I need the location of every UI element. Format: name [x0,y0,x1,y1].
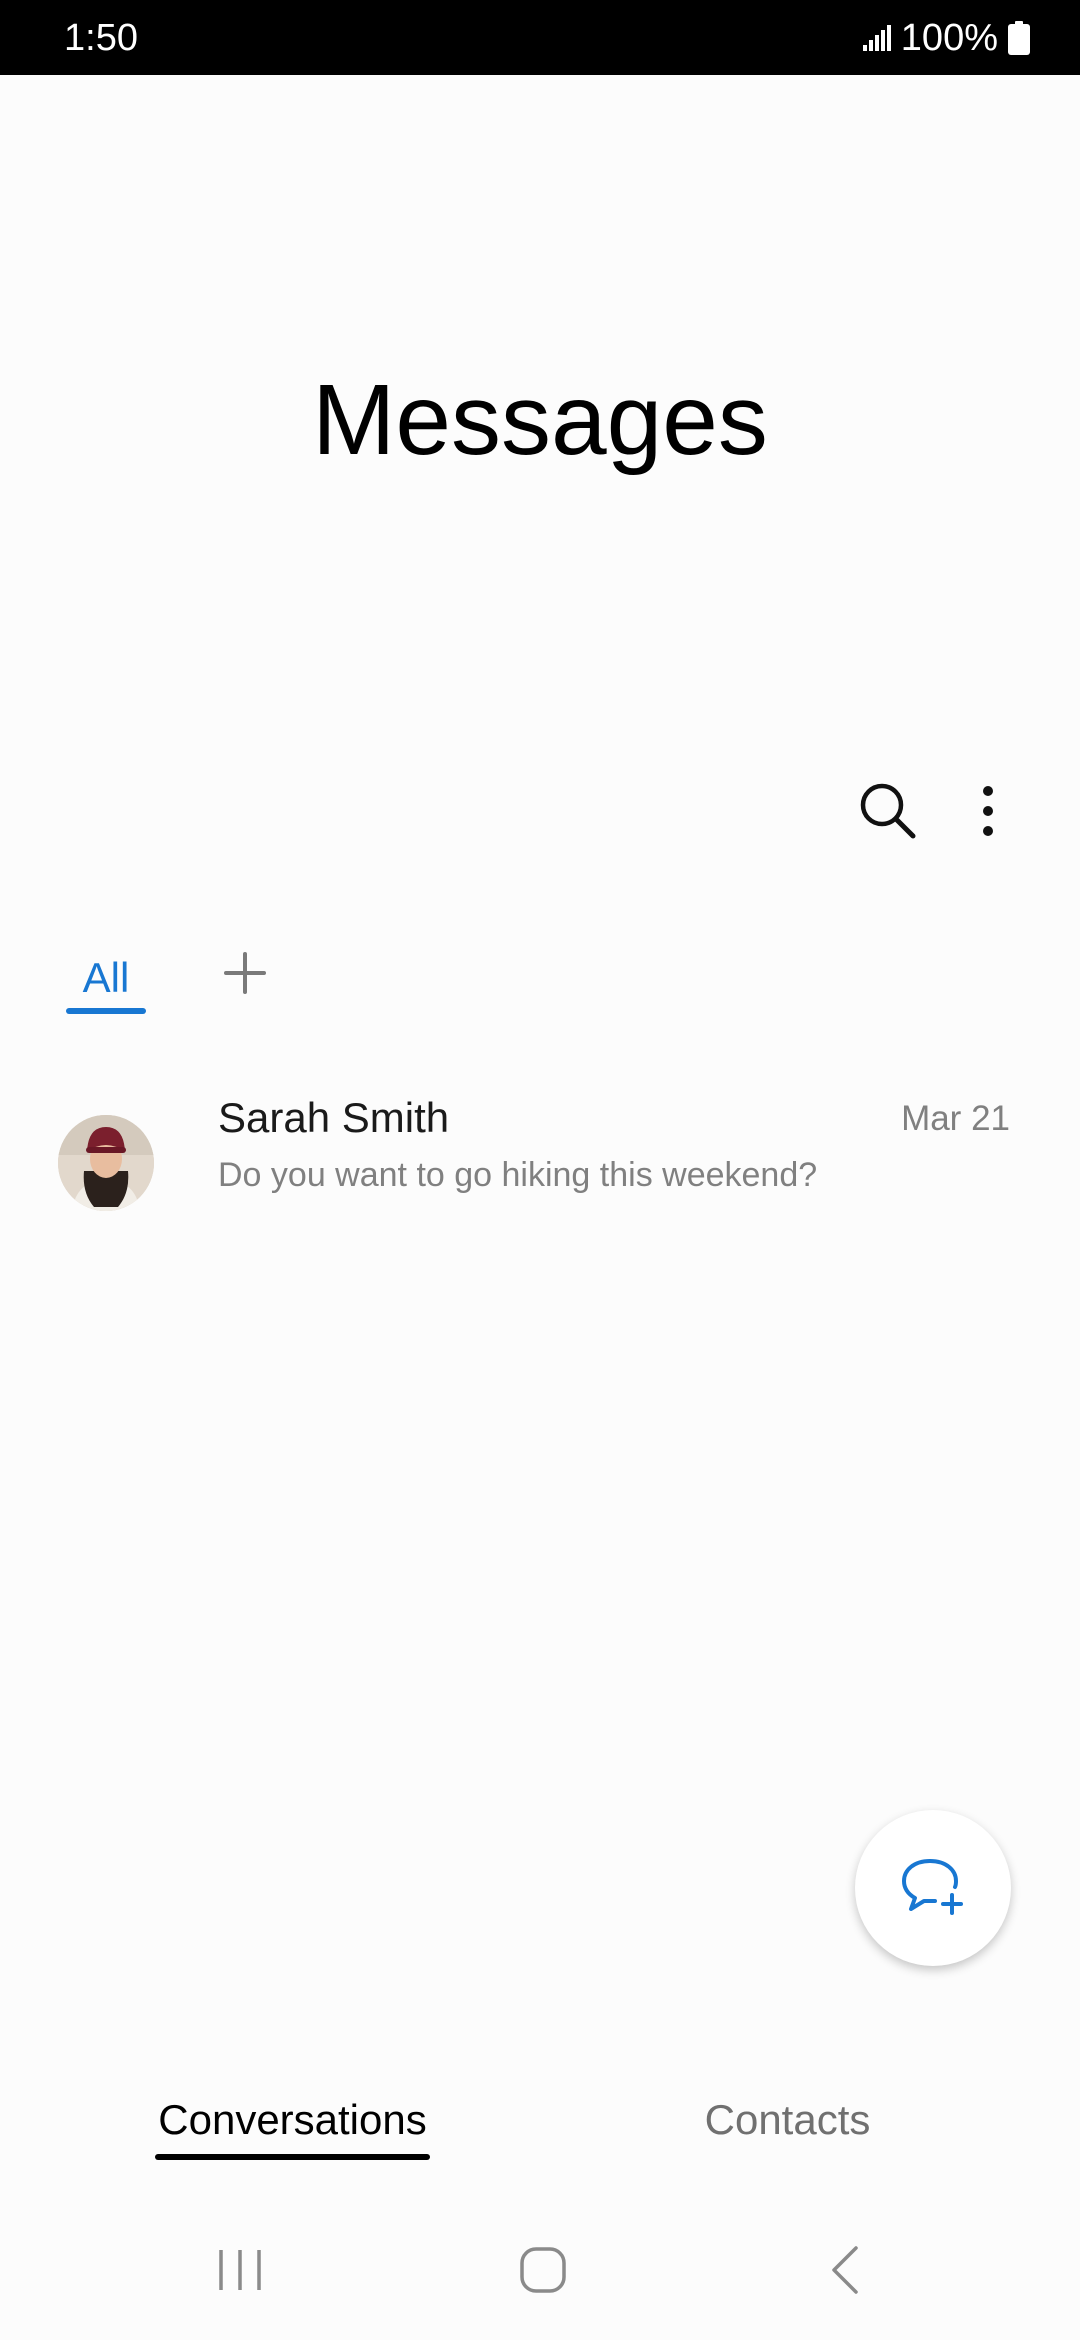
contact-name: Sarah Smith [218,1094,450,1141]
back-button[interactable] [795,2232,895,2312]
search-icon [858,781,918,846]
back-icon [830,2245,860,2300]
new-message-button[interactable] [855,1810,1011,1966]
search-button[interactable] [848,773,928,853]
message-preview: Do you want to go hiking this weekend? [218,1156,818,1194]
home-button[interactable] [493,2232,593,2312]
tab-conversations-label: Conversations [158,2096,427,2143]
more-options-button[interactable] [948,773,1028,853]
tab-contacts[interactable]: Contacts [690,2090,885,2160]
battery-percentage: 100% [900,16,998,59]
battery-icon [1008,21,1030,55]
recents-button[interactable] [190,2232,290,2312]
recents-icon [217,2248,263,2297]
home-icon [519,2246,567,2299]
conversation-date: Mar 21 [901,1099,1010,1138]
messages-screen: 1:50 100% Messages All Sarah Smith Mar 2… [0,0,1080,2340]
add-category-button[interactable] [210,940,280,1010]
tab-contacts-label: Contacts [704,2096,871,2143]
plus-icon [223,951,267,1000]
status-bar: 1:50 100% [0,0,1080,75]
tab-all[interactable]: All [66,946,146,1016]
tab-all-indicator [66,1008,146,1014]
conversation-item[interactable]: Sarah Smith Mar 21 Do you want to go hik… [0,1075,1080,1235]
new-message-icon [900,1855,966,1922]
page-title: Messages [312,364,768,476]
status-time: 1:50 [64,17,138,59]
tab-all-label: All [82,954,130,1001]
status-indicators: 100% [862,16,1030,60]
signal-icon [862,25,891,51]
tab-conversations-indicator [155,2154,430,2160]
more-options-icon [978,781,998,846]
tab-conversations[interactable]: Conversations [155,2090,430,2160]
avatar[interactable] [58,1115,154,1211]
